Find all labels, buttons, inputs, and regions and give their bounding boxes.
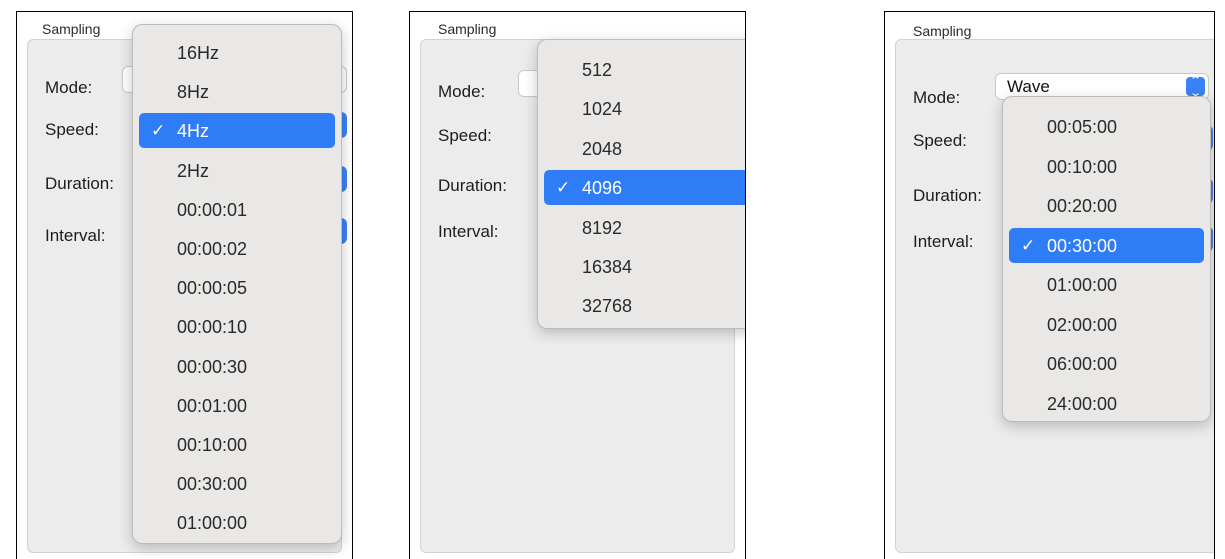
menu-item-label: 00:05:00 <box>1047 117 1118 137</box>
duration-dropdown-menu[interactable]: 512 1024 2048 ✓ 4096 8192 16384 32768 <box>537 39 745 329</box>
menu-item-label: 32768 <box>582 296 633 317</box>
menu-item[interactable]: 00:10:00 <box>1009 149 1204 184</box>
menu-item[interactable]: 8192 <box>544 210 745 245</box>
menu-item-label: 8Hz <box>177 82 210 103</box>
menu-item[interactable]: 512 <box>544 52 745 87</box>
menu-item-label: 00:30:00 <box>1047 235 1118 256</box>
menu-item[interactable]: 2048 <box>544 131 745 166</box>
menu-item[interactable]: 02:00:00 <box>1009 307 1204 342</box>
menu-item[interactable]: 1024 <box>544 91 745 126</box>
interval-dropdown-menu[interactable]: 00:05:00 00:10:00 00:20:00 ✓ 00:30:00 01:00:0… <box>1002 96 1211 422</box>
menu-item-label: 4Hz <box>177 121 210 142</box>
menu-item-label: 1024 <box>582 99 623 120</box>
sampling-panel-duration: Sampling Mode: Speed: Duration: Interval… <box>409 11 746 559</box>
menu-item[interactable]: 01:00:00 <box>1009 267 1204 302</box>
menu-item[interactable]: ✓ 4096 <box>544 170 745 206</box>
group-title: Sampling <box>42 21 101 37</box>
checkmark-icon: ✓ <box>556 178 571 198</box>
menu-item[interactable]: 00:30:00 <box>139 466 335 501</box>
menu-item[interactable]: 00:00:05 <box>139 270 335 305</box>
sampling-panel-speed: Sampling Mode: Speed: Duration: Interval… <box>16 11 353 559</box>
duration-label: Duration: <box>438 176 507 195</box>
interval-label: Interval: <box>438 222 499 241</box>
menu-item-label: 00:00:05 <box>177 278 248 299</box>
menu-item[interactable]: 01:00:00 <box>139 505 335 540</box>
speed-label: Speed: <box>45 120 99 139</box>
menu-item[interactable]: 06:00:00 <box>1009 346 1204 381</box>
menu-item[interactable]: 16384 <box>544 249 745 284</box>
duration-label: Duration: <box>913 186 982 205</box>
menu-item[interactable]: ✓ 4Hz <box>139 113 335 149</box>
menu-item-label: 00:10:00 <box>1047 156 1118 177</box>
speed-label: Speed: <box>438 126 492 145</box>
menu-item-label: 01:00:00 <box>177 513 248 534</box>
menu-item-label: 00:20:00 <box>1047 196 1118 216</box>
menu-item-label: 00:30:00 <box>177 474 248 495</box>
menu-item-label: 00:00:30 <box>177 356 248 377</box>
menu-item-label: 02:00:00 <box>1047 314 1118 335</box>
duration-label: Duration: <box>45 174 114 193</box>
menu-item[interactable]: 00:00:01 <box>139 192 335 227</box>
speed-label: Speed: <box>913 131 967 150</box>
interval-label: Interval: <box>913 232 974 251</box>
group-title: Sampling <box>438 21 497 37</box>
menu-item[interactable]: 00:00:02 <box>139 231 335 266</box>
menu-item-label: 2Hz <box>177 160 210 181</box>
menu-item-label: 24:00:00 <box>1047 393 1118 414</box>
menu-item[interactable]: 00:05:00 <box>1009 109 1204 144</box>
menu-item[interactable]: 2Hz <box>139 153 335 188</box>
menu-item-label: 4096 <box>582 178 623 199</box>
menu-item-label: 00:00:10 <box>177 317 248 338</box>
menu-item-label: 00:00:02 <box>177 239 248 259</box>
menu-item[interactable]: 00:10:00 <box>139 427 335 462</box>
sampling-panel-interval: Sampling Mode: Speed: Duration: Interval… <box>884 11 1215 559</box>
menu-item[interactable]: 16Hz <box>139 35 335 70</box>
mode-label: Mode: <box>913 88 961 107</box>
chevron-updown-icon: ⌃ ⌃ <box>1186 76 1205 97</box>
menu-item-label: 00:10:00 <box>177 435 248 455</box>
menu-item-label: 06:00:00 <box>1047 354 1118 374</box>
menu-item-label: 01:00:00 <box>1047 275 1118 295</box>
menu-item[interactable]: 8Hz <box>139 74 335 109</box>
menu-item-label: 16384 <box>582 257 633 277</box>
menu-item-label: 8192 <box>582 217 623 238</box>
menu-item-label: 00:00:01 <box>177 199 248 220</box>
menu-item[interactable]: ✓ 00:30:00 <box>1009 227 1204 263</box>
menu-item[interactable]: 24:00:00 <box>1009 386 1204 421</box>
menu-item[interactable]: 00:00:30 <box>139 349 335 384</box>
menu-item[interactable]: 00:01:00 <box>139 388 335 423</box>
menu-item-label: 00:01:00 <box>177 395 248 416</box>
menu-item-label: 16Hz <box>177 43 220 63</box>
menu-item[interactable]: 32768 <box>544 288 745 323</box>
menu-item-label: 2048 <box>582 138 623 159</box>
speed-dropdown-menu[interactable]: 16Hz 8Hz ✓ 4Hz 2Hz 00:00:01 00:00:02 00:00:05 00… <box>132 24 342 544</box>
checkmark-icon: ✓ <box>1021 235 1036 255</box>
menu-item[interactable]: 00:20:00 <box>1009 188 1204 223</box>
interval-label: Interval: <box>45 226 106 245</box>
mode-label: Mode: <box>438 82 486 101</box>
mode-value: Wave <box>1007 77 1050 96</box>
checkmark-icon: ✓ <box>151 121 166 141</box>
menu-item[interactable]: 00:00:10 <box>139 309 335 344</box>
menu-item-label: 512 <box>582 60 613 80</box>
group-title: Sampling <box>913 23 972 39</box>
mode-label: Mode: <box>45 78 93 97</box>
